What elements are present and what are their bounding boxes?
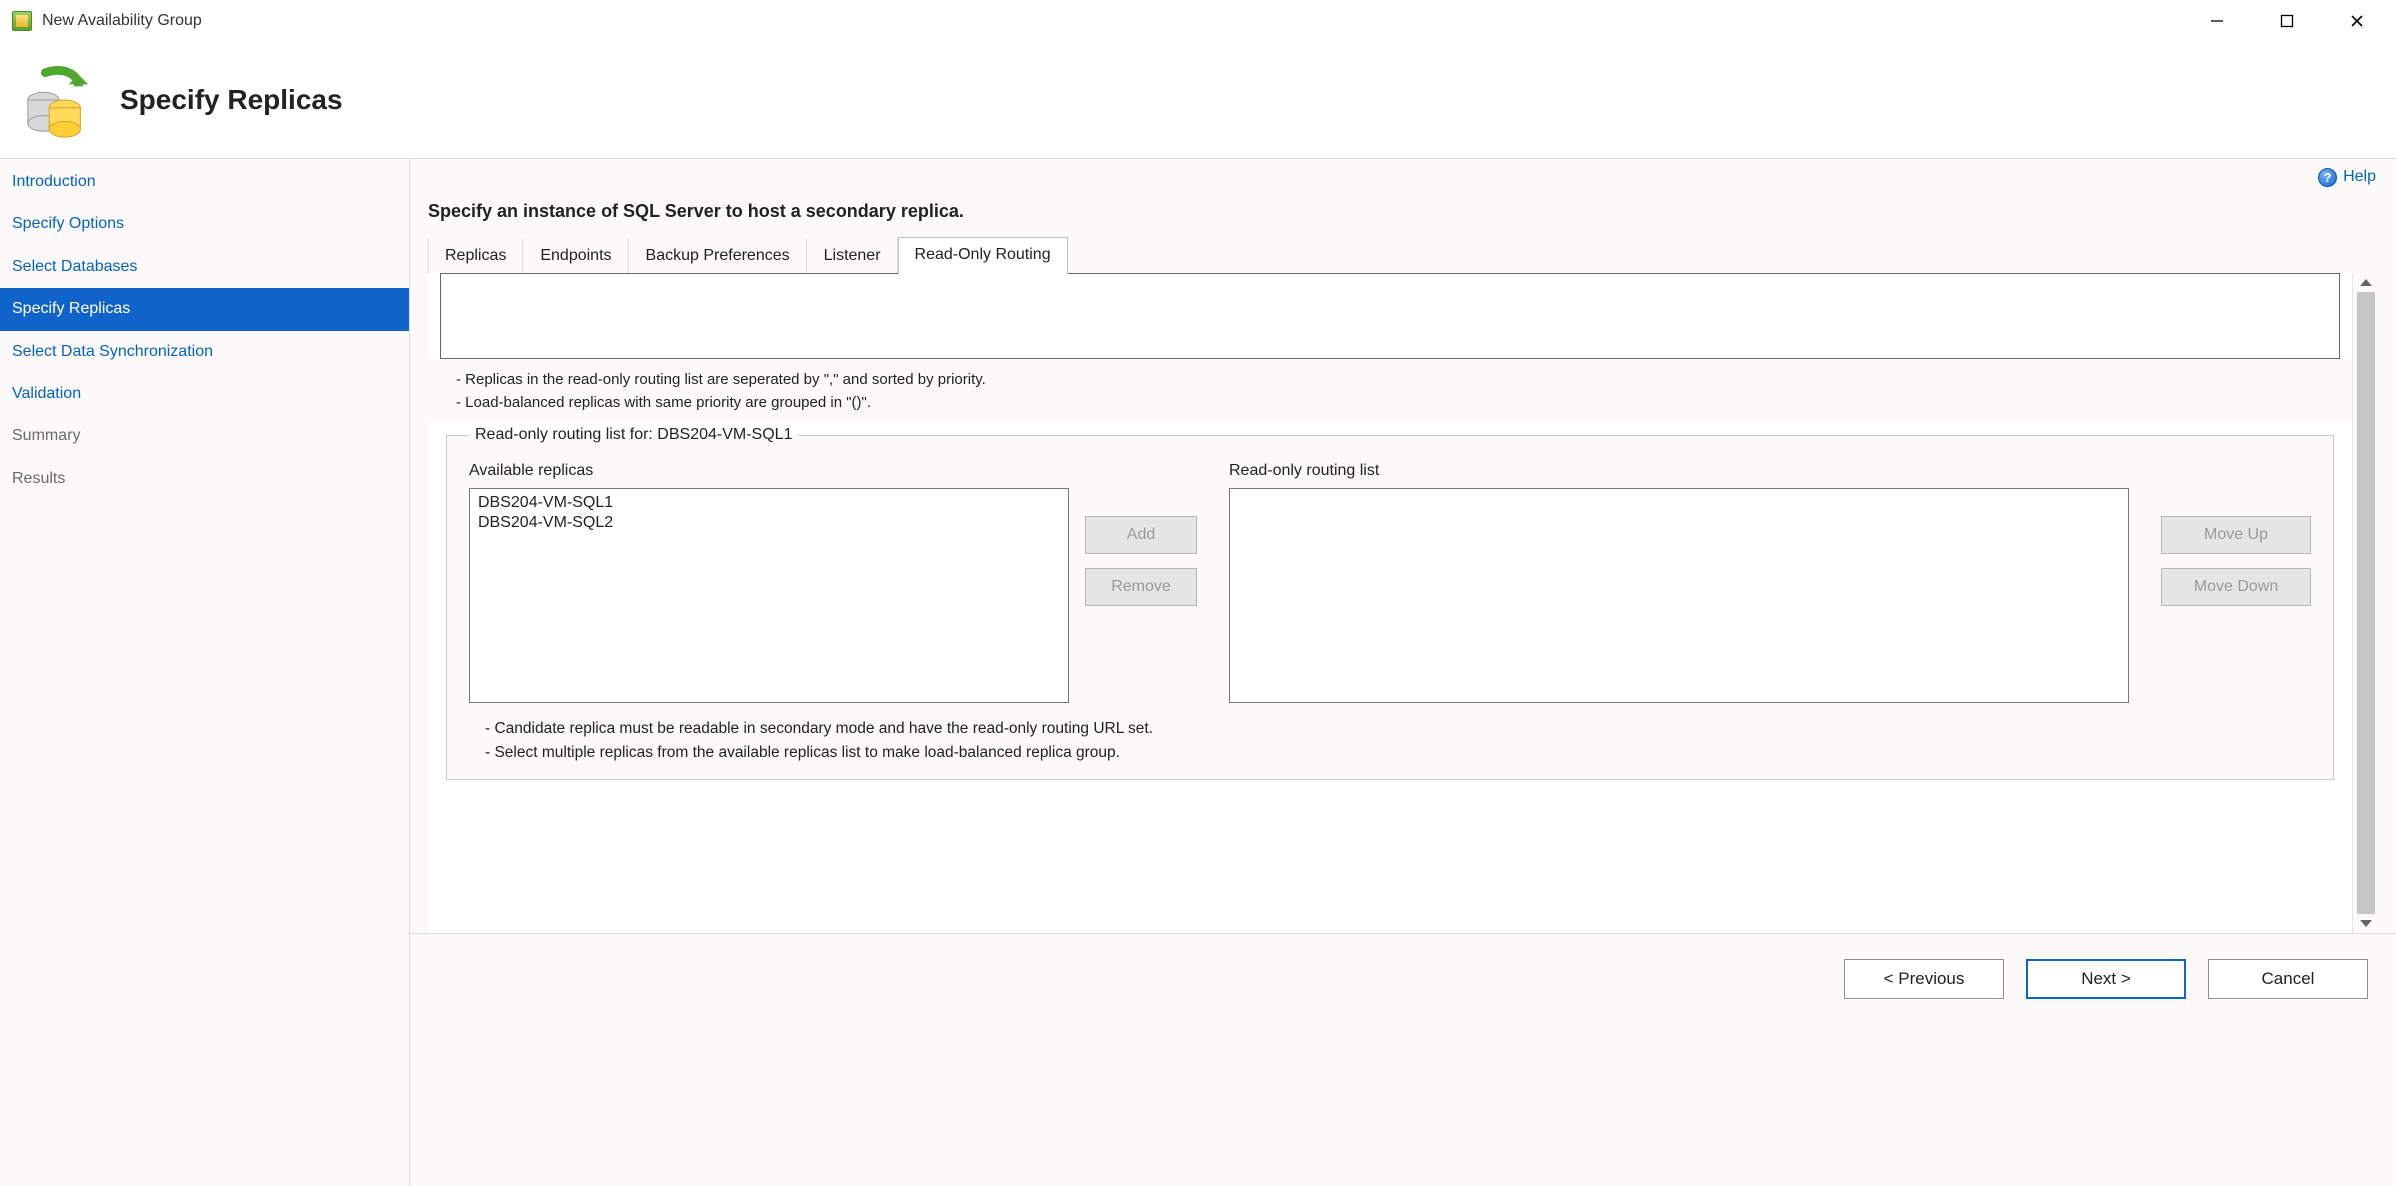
move-up-button[interactable]: Move Up — [2161, 516, 2311, 554]
next-button[interactable]: Next > — [2026, 959, 2186, 999]
tab-replicas[interactable]: Replicas — [428, 238, 523, 274]
vertical-scrollbar[interactable] — [2352, 273, 2378, 933]
routing-list[interactable] — [1229, 488, 2129, 703]
bottom-notes: - Candidate replica must be readable in … — [469, 703, 2311, 765]
routing-legend: Read-only routing list for: DBS204-VM-SQ… — [469, 426, 798, 444]
maximize-button[interactable] — [2252, 0, 2322, 42]
minimize-button[interactable] — [2182, 0, 2252, 42]
routing-fieldset: Read-only routing list for: DBS204-VM-SQ… — [446, 426, 2334, 780]
tab-read-only-routing[interactable]: Read-Only Routing — [898, 237, 1068, 274]
step-validation[interactable]: Validation — [0, 373, 409, 415]
tab-backup-preferences[interactable]: Backup Preferences — [629, 238, 807, 274]
help-icon: ? — [2318, 168, 2337, 187]
step-results: Results — [0, 458, 409, 500]
app-icon — [12, 11, 32, 31]
body: Introduction Specify Options Select Data… — [0, 158, 2396, 1186]
routing-url-grid[interactable] — [440, 273, 2340, 359]
bottom-note-2: - Select multiple replicas from the avai… — [485, 741, 2305, 765]
tab-panel-inner: - Replicas in the read-only routing list… — [428, 273, 2352, 933]
top-note-2: - Load-balanced replicas with same prior… — [456, 392, 2328, 415]
titlebar: New Availability Group — [0, 0, 2396, 42]
scroll-down-icon[interactable] — [2360, 920, 2372, 927]
tab-panel: - Replicas in the read-only routing list… — [428, 273, 2378, 933]
tab-endpoints[interactable]: Endpoints — [523, 238, 628, 274]
list-item[interactable]: DBS204-VM-SQL2 — [476, 513, 1062, 533]
move-down-button[interactable]: Move Down — [2161, 568, 2311, 606]
scrollbar-thumb[interactable] — [2357, 292, 2375, 914]
previous-button[interactable]: < Previous — [1844, 959, 2004, 999]
available-replicas-list[interactable]: DBS204-VM-SQL1 DBS204-VM-SQL2 — [469, 488, 1069, 703]
close-icon — [2350, 14, 2364, 28]
routing-list-column: Read-only routing list — [1229, 462, 2129, 703]
step-introduction[interactable]: Introduction — [0, 161, 409, 203]
help-label: Help — [2343, 168, 2376, 186]
wizard-icon — [18, 61, 96, 139]
bottom-note-1: - Candidate replica must be readable in … — [485, 717, 2305, 741]
help-link[interactable]: ? Help — [2318, 168, 2376, 187]
step-specify-replicas[interactable]: Specify Replicas — [0, 288, 409, 330]
step-select-databases[interactable]: Select Databases — [0, 246, 409, 288]
top-notes: - Replicas in the read-only routing list… — [428, 359, 2352, 422]
add-remove-buttons: Add Remove — [1085, 462, 1197, 606]
window: New Availability Group — [0, 0, 2396, 1186]
scroll-up-icon[interactable] — [2360, 279, 2372, 286]
help-row: ? Help — [410, 159, 2396, 195]
cancel-button[interactable]: Cancel — [2208, 959, 2368, 999]
step-summary: Summary — [0, 415, 409, 457]
remove-button[interactable]: Remove — [1085, 568, 1197, 606]
page-header: Specify Replicas — [0, 42, 2396, 158]
add-button[interactable]: Add — [1085, 516, 1197, 554]
window-controls — [2182, 0, 2392, 42]
list-item[interactable]: DBS204-VM-SQL1 — [476, 493, 1062, 513]
content-area: ? Help Specify an instance of SQL Server… — [410, 159, 2396, 1186]
page-subtitle: Specify an instance of SQL Server to hos… — [410, 195, 2396, 236]
maximize-icon — [2280, 14, 2294, 28]
routing-list-label: Read-only routing list — [1229, 462, 2129, 480]
step-select-data-sync[interactable]: Select Data Synchronization — [0, 331, 409, 373]
tab-listener[interactable]: Listener — [807, 238, 898, 274]
page-title: Specify Replicas — [120, 84, 343, 116]
top-note-1: - Replicas in the read-only routing list… — [456, 369, 2328, 392]
wizard-footer: < Previous Next > Cancel — [410, 933, 2396, 1023]
move-buttons: Move Up Move Down — [2161, 462, 2311, 606]
minimize-icon — [2210, 14, 2224, 28]
routing-lists: Available replicas DBS204-VM-SQL1 DBS204… — [469, 462, 2311, 703]
close-button[interactable] — [2322, 0, 2392, 42]
available-label: Available replicas — [469, 462, 1069, 480]
window-title: New Availability Group — [42, 12, 202, 30]
wizard-sidebar: Introduction Specify Options Select Data… — [0, 159, 410, 1186]
tabstrip: Replicas Endpoints Backup Preferences Li… — [410, 236, 2396, 273]
available-column: Available replicas DBS204-VM-SQL1 DBS204… — [469, 462, 1069, 703]
step-specify-options[interactable]: Specify Options — [0, 203, 409, 245]
